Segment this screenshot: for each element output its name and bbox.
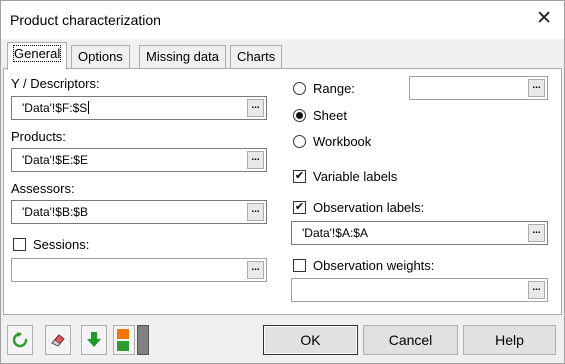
tab-general[interactable]: General	[7, 42, 68, 70]
range-radio[interactable]	[293, 82, 306, 95]
layout-blocks-icon	[117, 329, 129, 351]
tab-charts-label: Charts	[237, 49, 276, 64]
variable-labels-checkbox[interactable]: ✔	[293, 170, 306, 183]
clear-button[interactable]	[45, 325, 71, 355]
y-descriptors-field[interactable]: 'Data'!$F:$S ...	[11, 96, 267, 120]
down-button[interactable]	[81, 325, 107, 355]
range-radio-label: Range:	[313, 81, 355, 96]
observation-weights-checkbox[interactable]	[293, 259, 306, 272]
eraser-icon	[51, 334, 65, 347]
bottom-toolbar: OK Cancel Help	[1, 319, 564, 364]
tab-missing-data-label: Missing data	[146, 49, 219, 64]
arrow-down-icon	[87, 332, 101, 347]
observation-labels-label: Observation labels:	[313, 200, 425, 215]
variable-labels-label: Variable labels	[313, 169, 398, 184]
close-icon[interactable]: ✕	[536, 9, 552, 29]
sessions-label: Sessions:	[33, 237, 90, 252]
cancel-button[interactable]: Cancel	[363, 325, 458, 355]
assessors-value: 'Data'!$B:$B	[22, 205, 88, 219]
sessions-checkbox[interactable]	[13, 238, 26, 251]
y-descriptors-value: 'Data'!$F:$S	[22, 101, 88, 115]
sessions-range-button[interactable]: ...	[247, 261, 264, 279]
y-descriptors-label: Y / Descriptors:	[11, 76, 100, 91]
tab-general-label: General	[12, 45, 62, 62]
workbook-radio-label: Workbook	[313, 134, 372, 149]
product-characterization-dialog: Product characterization ✕ General Optio…	[0, 0, 565, 364]
reset-button[interactable]	[7, 325, 33, 355]
general-panel: Y / Descriptors: 'Data'!$F:$S ... Produc…	[3, 68, 562, 315]
range-range-button[interactable]: ...	[528, 79, 545, 97]
range-field[interactable]: ...	[409, 76, 548, 100]
refresh-icon	[12, 332, 28, 348]
products-value: 'Data'!$E:$E	[22, 153, 88, 167]
sheet-radio-label: Sheet	[313, 108, 347, 123]
dialog-title: Product characterization	[10, 12, 161, 28]
tab-missing-data[interactable]: Missing data	[139, 45, 226, 69]
products-field[interactable]: 'Data'!$E:$E ...	[11, 148, 267, 172]
observation-labels-field[interactable]: 'Data'!$A:$A ...	[291, 221, 548, 245]
assessors-range-button[interactable]: ...	[247, 203, 264, 221]
observation-weights-range-button[interactable]: ...	[528, 281, 545, 299]
products-range-button[interactable]: ...	[247, 151, 264, 169]
tab-charts[interactable]: Charts	[230, 45, 283, 69]
help-button[interactable]: Help	[463, 325, 556, 355]
collapse-bar[interactable]	[137, 325, 149, 355]
tab-options[interactable]: Options	[71, 45, 130, 69]
workbook-radio[interactable]	[293, 135, 306, 148]
output-layout-button[interactable]	[113, 325, 135, 355]
title-bar: Product characterization ✕	[1, 1, 564, 39]
observation-labels-checkbox[interactable]: ✔	[293, 201, 306, 214]
y-descriptors-range-button[interactable]: ...	[247, 99, 264, 117]
sessions-field[interactable]: ...	[11, 258, 267, 282]
sheet-radio[interactable]	[293, 109, 306, 122]
products-label: Products:	[11, 129, 66, 144]
ok-button[interactable]: OK	[263, 325, 358, 355]
assessors-field[interactable]: 'Data'!$B:$B ...	[11, 200, 267, 224]
observation-labels-range-button[interactable]: ...	[528, 224, 545, 242]
text-caret	[88, 101, 90, 114]
observation-weights-field[interactable]: ...	[291, 278, 548, 302]
assessors-label: Assessors:	[11, 181, 75, 196]
tab-options-label: Options	[78, 49, 123, 64]
observation-labels-value: 'Data'!$A:$A	[302, 226, 368, 240]
observation-weights-label: Observation weights:	[313, 258, 435, 273]
